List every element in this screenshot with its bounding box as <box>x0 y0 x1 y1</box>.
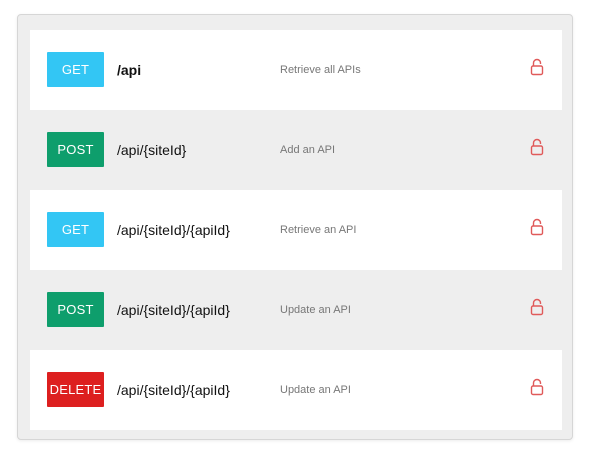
endpoint-path[interactable]: /api/{siteId} <box>117 110 186 190</box>
unlocked-padlock-icon[interactable] <box>530 138 544 156</box>
unlocked-padlock-icon[interactable] <box>530 378 544 396</box>
method-badge-delete[interactable]: DELETE <box>47 372 104 407</box>
method-badge-get[interactable]: GET <box>47 52 104 87</box>
endpoint-path[interactable]: /api/{siteId}/{apiId} <box>117 270 230 350</box>
method-badge-get[interactable]: GET <box>47 212 104 247</box>
unlocked-padlock-icon[interactable] <box>530 58 544 76</box>
endpoint-list: GET /api Retrieve all APIs POST /api/{si… <box>30 30 562 430</box>
endpoint-row[interactable]: POST /api/{siteId}/{apiId} Update an API <box>30 270 562 350</box>
endpoint-description: Update an API <box>280 384 351 396</box>
method-badge-post[interactable]: POST <box>47 292 104 327</box>
endpoint-row[interactable]: POST /api/{siteId} Add an API <box>30 110 562 190</box>
unlocked-padlock-icon[interactable] <box>530 298 544 316</box>
endpoint-path[interactable]: /api/{siteId}/{apiId} <box>117 190 230 270</box>
endpoint-description: Retrieve an API <box>280 224 357 236</box>
api-endpoint-panel: GET /api Retrieve all APIs POST /api/{si… <box>17 14 573 440</box>
endpoint-description: Add an API <box>280 144 336 156</box>
unlocked-padlock-icon[interactable] <box>530 218 544 236</box>
endpoint-description: Retrieve all APIs <box>280 64 361 76</box>
endpoint-path[interactable]: /api/{siteId}/{apiId} <box>117 350 230 430</box>
endpoint-path[interactable]: /api <box>117 30 141 110</box>
endpoint-row[interactable]: GET /api Retrieve all APIs <box>30 30 562 110</box>
endpoint-row[interactable]: GET /api/{siteId}/{apiId} Retrieve an AP… <box>30 190 562 270</box>
method-badge-post[interactable]: POST <box>47 132 104 167</box>
endpoint-row[interactable]: DELETE /api/{siteId}/{apiId} Update an A… <box>30 350 562 430</box>
endpoint-description: Update an API <box>280 304 351 316</box>
